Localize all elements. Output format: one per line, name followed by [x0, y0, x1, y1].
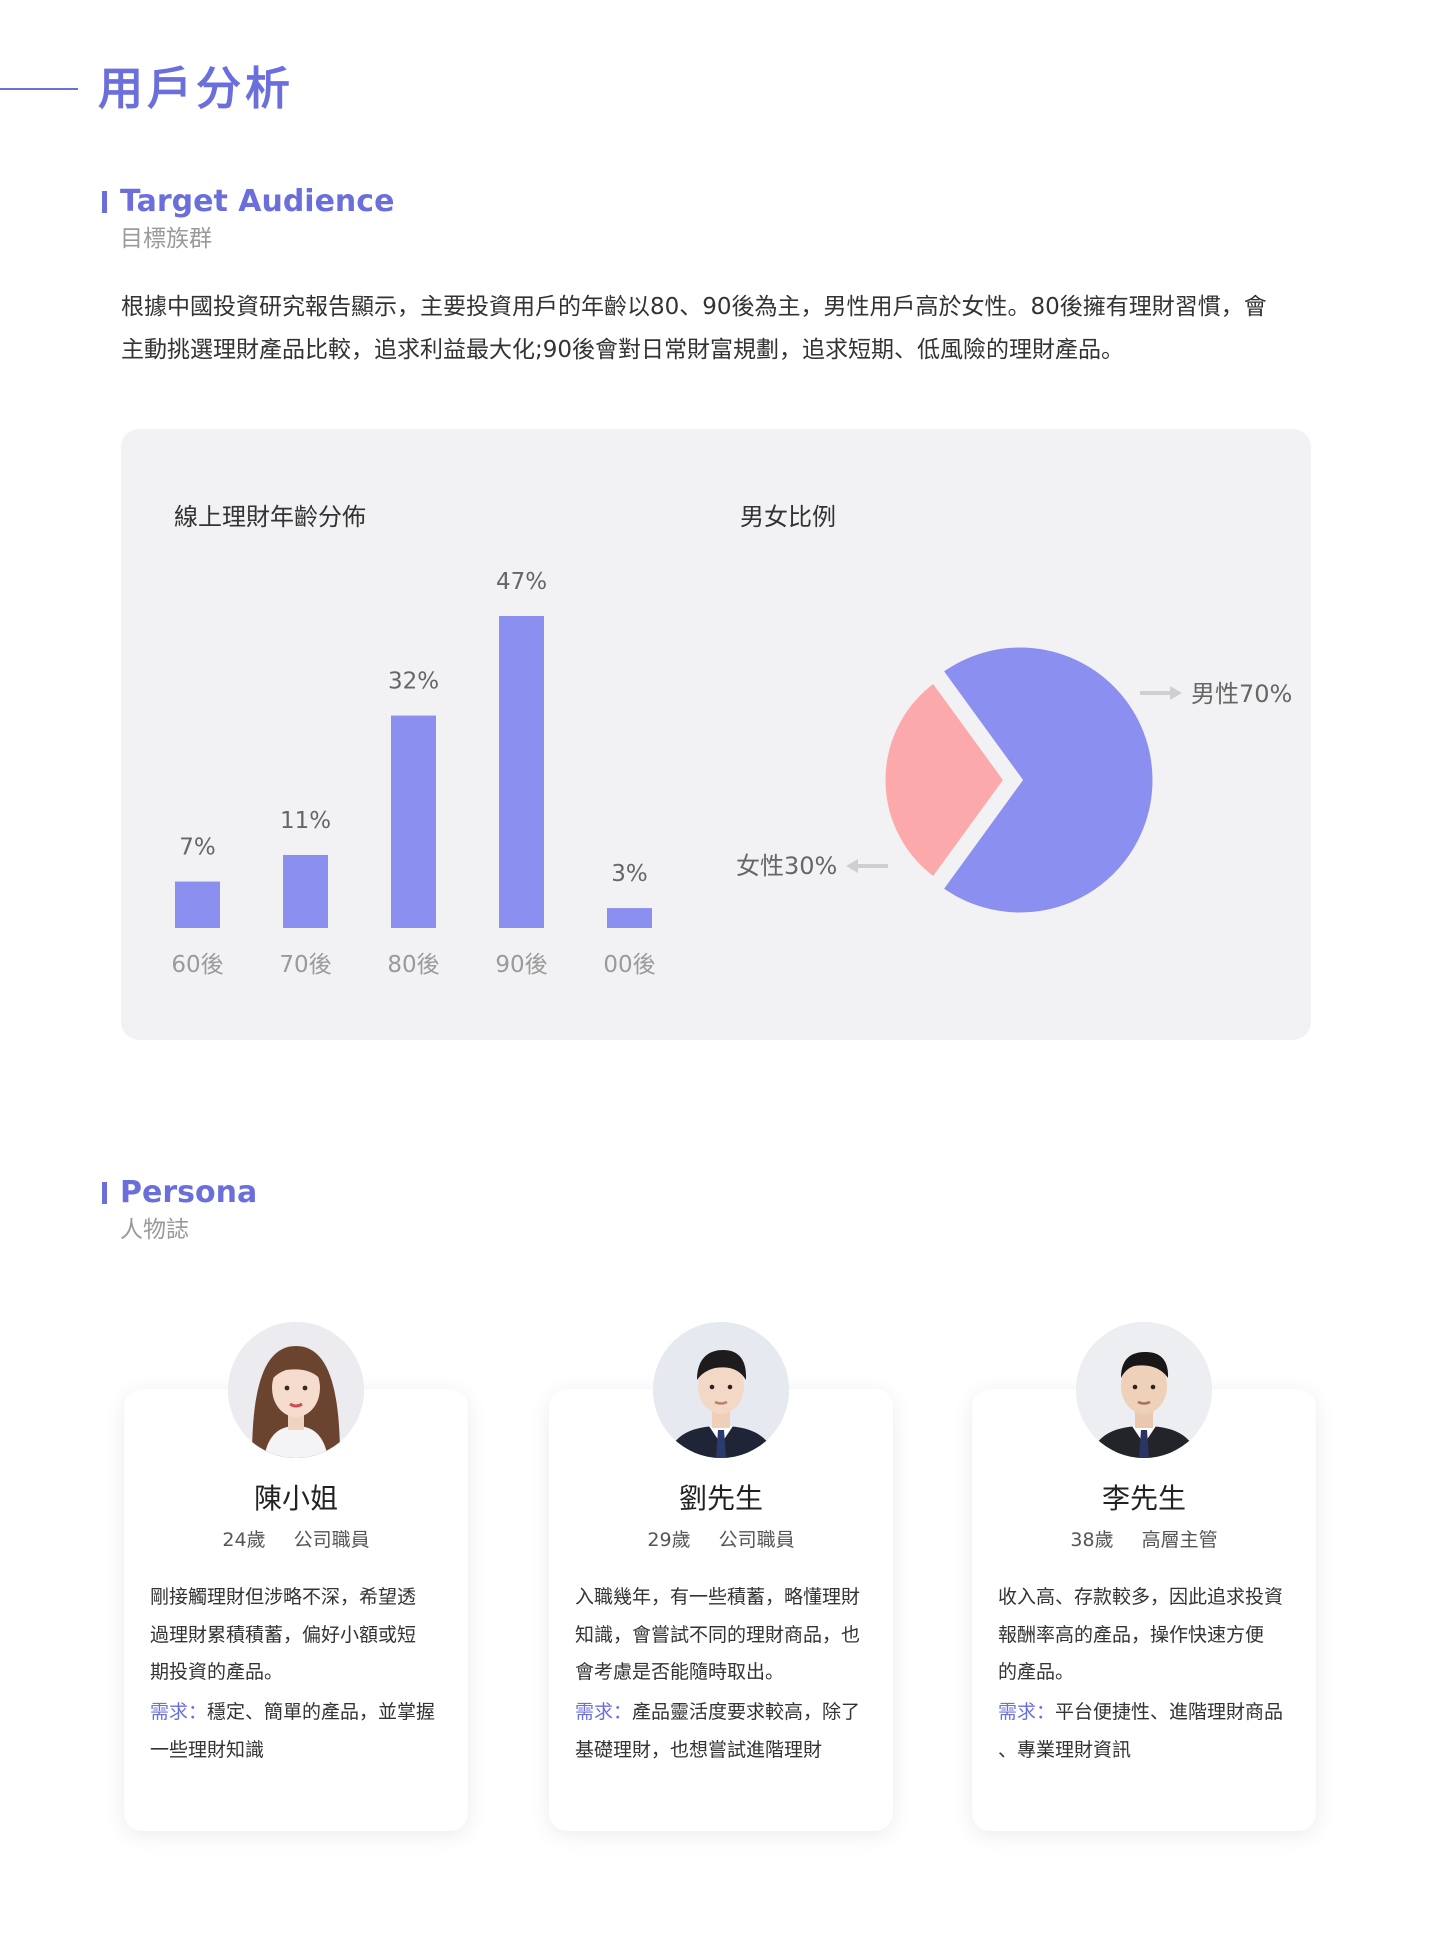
bar-value-label: 7% [179, 835, 216, 861]
pie-chart-title: 男女比例 [740, 503, 836, 531]
need-label: 需求： [575, 1701, 633, 1723]
persona-meta: 38歲 高層主管 [972, 1527, 1316, 1553]
section-heading-persona: Persona [120, 1175, 258, 1210]
persona-name: 劉先生 [678, 1482, 763, 1515]
section-subheading-persona: 人物誌 [120, 1217, 189, 1243]
persona-age: 38歲 [1070, 1529, 1114, 1551]
need-line: 基礎理財，也想嘗試進階理財 [575, 1738, 823, 1761]
bar-value-label: 32% [388, 669, 439, 695]
description-line: 報酬率高的產品，操作快速方便 [998, 1623, 1265, 1646]
description-line: 會考慮是否能隨時取出。 [575, 1661, 785, 1683]
section-heading-target-audience: Target Audience [120, 184, 395, 219]
section-marker [102, 1182, 107, 1204]
description-line: 過理財累積積蓄，偏好小額或短 [150, 1623, 417, 1646]
age-bar-chart: 7% 60後 11% 70後 32% 80後 47% 90後 3% 00後 [171, 569, 655, 978]
bar-category-label: 70後 [279, 952, 331, 978]
persona-meta: 29歲 公司職員 [549, 1527, 893, 1553]
bar-category-label: 60後 [171, 952, 223, 978]
bar-value-label: 3% [611, 861, 648, 887]
need-line: 穩定、簡單的產品，並掌握 [207, 1701, 436, 1723]
section-marker [102, 191, 107, 213]
description-line: 知識，會嘗試不同的理財商品，也 [575, 1623, 861, 1646]
persona-job: 高層主管 [1141, 1529, 1218, 1551]
persona-job: 公司職員 [293, 1529, 370, 1551]
title-rule [0, 88, 78, 90]
description-line: 剛接觸理財但涉略不深，希望透 [150, 1586, 417, 1608]
bar-00後 [607, 908, 652, 928]
description-line: 入職幾年，有一些積蓄，略懂理財 [575, 1586, 861, 1608]
need-label: 需求： [998, 1701, 1056, 1723]
persona-age: 24歲 [222, 1529, 266, 1551]
arrow-right-icon [1140, 686, 1182, 700]
persona-age: 29歲 [647, 1529, 691, 1551]
target-audience-description: 根據中國投資研究報告顯示，主要投資用戶的年齡以80、90後為主，男性用戶高於女性… [121, 286, 1321, 372]
need-line: 產品靈活度要求較高，除了 [632, 1701, 861, 1723]
bar-value-label: 11% [280, 808, 331, 834]
persona-need: 需求：穩定、簡單的產品，並掌握 一些理財知識 [150, 1694, 446, 1769]
persona-name: 李先生 [1101, 1482, 1186, 1515]
bar-60後 [175, 881, 220, 928]
persona-description: 剛接觸理財但涉略不深，希望透 過理財累積積蓄，偏好小額或短 期投資的產品。 [150, 1579, 446, 1692]
pie-label-male: 男性70% [1191, 680, 1293, 708]
male-avatar-icon [653, 1322, 789, 1458]
female-avatar-icon [228, 1322, 364, 1458]
bar-80後 [391, 715, 436, 928]
description-line: 的產品。 [998, 1661, 1075, 1683]
description-line: 期投資的產品。 [150, 1661, 284, 1683]
need-line: 一些理財知識 [150, 1738, 265, 1761]
persona-name: 陳小姐 [253, 1482, 338, 1515]
bar-category-label: 00後 [603, 952, 655, 978]
bar-70後 [283, 854, 328, 928]
gender-pie-chart [880, 642, 1158, 918]
need-line: 平台便捷性、進階理財商品 [1055, 1701, 1284, 1723]
description-line: 主動挑選理財產品比較，追求利益最大化;90後會對日常財富規劃，追求短期、低風險的… [121, 337, 1125, 363]
description-line: 根據中國投資研究報告顯示，主要投資用戶的年齡以80、90後為主，男性用戶高於女性… [121, 294, 1267, 320]
pie-label-female: 女性30% [736, 852, 838, 880]
bar-category-label: 80後 [387, 952, 439, 978]
section-subheading-target-audience: 目標族群 [120, 226, 212, 252]
bar-90後 [499, 616, 544, 928]
persona-need: 需求：平台便捷性、進階理財商品 、專業理財資訊 [998, 1694, 1294, 1769]
persona-meta: 24歲 公司職員 [124, 1527, 468, 1553]
persona-description: 入職幾年，有一些積蓄，略懂理財 知識，會嘗試不同的理財商品，也 會考慮是否能隨時… [575, 1579, 871, 1692]
bar-category-label: 90後 [495, 952, 547, 978]
bar-value-label: 47% [496, 569, 547, 595]
description-line: 收入高、存款較多，因此追求投資 [998, 1586, 1284, 1608]
persona-description: 收入高、存款較多，因此追求投資 報酬率高的產品，操作快速方便 的產品。 [998, 1579, 1294, 1692]
persona-need: 需求：產品靈活度要求較高，除了 基礎理財，也想嘗試進階理財 [575, 1694, 871, 1769]
page-title: 用戶分析 [98, 62, 295, 115]
bar-chart-title: 線上理財年齡分佈 [174, 503, 366, 531]
persona-job: 公司職員 [718, 1529, 795, 1551]
arrow-left-icon [846, 859, 888, 873]
need-label: 需求： [150, 1701, 208, 1723]
need-line: 、專業理財資訊 [998, 1738, 1132, 1761]
male-avatar-icon [1076, 1322, 1212, 1458]
